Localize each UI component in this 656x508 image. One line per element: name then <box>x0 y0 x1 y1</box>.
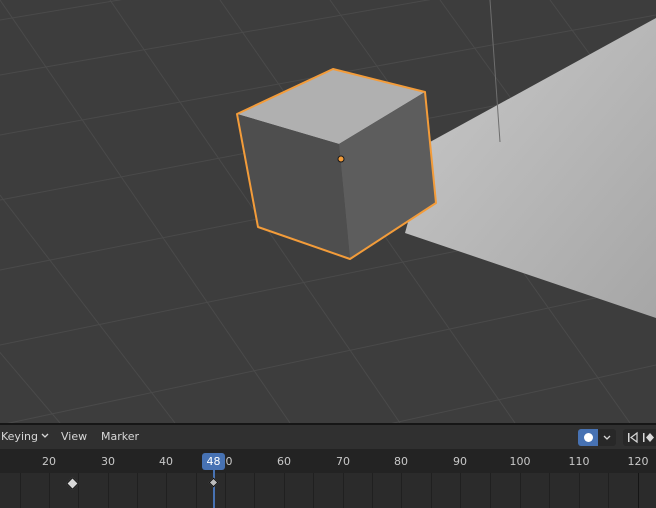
grid-line <box>108 473 109 508</box>
record-icon <box>584 433 593 442</box>
grid-line <box>401 473 402 508</box>
keyframe-icon <box>643 433 654 442</box>
grid-line <box>313 473 314 508</box>
ruler-label: 40 <box>159 455 173 468</box>
ruler-label: 70 <box>336 455 350 468</box>
jump-to-start-icon <box>628 431 638 444</box>
chevron-down-icon <box>603 435 611 440</box>
grid-line <box>343 473 344 508</box>
ruler-label: 100 <box>509 455 531 468</box>
grid-line <box>254 473 255 508</box>
grid-line <box>225 473 226 508</box>
end-frame-line <box>638 473 639 508</box>
ruler-label: 60 <box>277 455 291 468</box>
grid-line <box>431 473 432 508</box>
grid-line <box>78 473 79 508</box>
playhead[interactable] <box>213 470 215 508</box>
timeline-header: Keying View Marker <box>0 425 656 449</box>
plane-mesh <box>405 18 656 318</box>
ruler-label: 110 <box>568 455 590 468</box>
grid-line <box>49 473 50 508</box>
grid-line <box>284 473 285 508</box>
grid-line <box>520 473 521 508</box>
grid-line <box>460 473 461 508</box>
jump-to-keyframe-button[interactable] <box>641 429 656 446</box>
grid-line <box>579 473 580 508</box>
grid-line <box>20 473 21 508</box>
grid-line <box>608 473 609 508</box>
object-origin <box>337 155 345 163</box>
3d-viewport[interactable] <box>0 0 656 423</box>
auto-keying-dropdown[interactable] <box>598 429 616 446</box>
ruler-label: 30 <box>101 455 115 468</box>
view-menu[interactable]: View <box>61 430 87 444</box>
ruler-label: 90 <box>453 455 467 468</box>
auto-keying-button[interactable] <box>578 429 598 446</box>
grid-line <box>196 473 197 508</box>
ruler-label: 120 <box>627 455 649 468</box>
frame-ruler[interactable]: 20 30 40 0 60 70 80 90 100 110 120 48 <box>0 449 656 473</box>
grid-line <box>490 473 491 508</box>
grid-line <box>137 473 138 508</box>
grid-line <box>372 473 373 508</box>
current-frame-indicator[interactable]: 48 <box>202 453 225 470</box>
grid-line <box>166 473 167 508</box>
keyframe-area[interactable] <box>0 473 656 508</box>
grid-line <box>549 473 550 508</box>
viewport-scene <box>0 0 656 423</box>
jump-to-start-button[interactable] <box>623 429 641 446</box>
keyframe-icon[interactable] <box>66 477 79 490</box>
chevron-down-icon[interactable] <box>40 430 50 442</box>
marker-menu[interactable]: Marker <box>101 430 139 444</box>
keying-menu[interactable]: Keying <box>1 430 38 444</box>
ruler-label: 20 <box>42 455 56 468</box>
ruler-label: 80 <box>394 455 408 468</box>
